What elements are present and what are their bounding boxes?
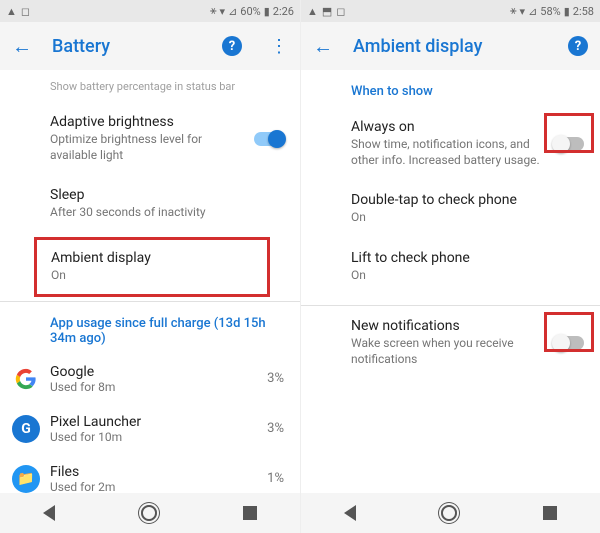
files-icon: 📁 (12, 465, 40, 493)
row-sub: On (351, 268, 584, 284)
nav-bar (301, 493, 600, 533)
status-bar: ▲ ⬒ ◻ ⚹ ▾ ⊿ 58% ▮ 2:58 (301, 0, 600, 22)
status-bar: ▲ ◻ ⚹ ▾ ⊿ 60% ▮ 2:26 (0, 0, 300, 22)
sleep-row[interactable]: Sleep After 30 seconds of inactivity (0, 175, 300, 233)
highlight (544, 312, 594, 352)
highlight (544, 113, 594, 153)
notification-icon: ⬒ (322, 5, 332, 18)
nav-recents[interactable] (243, 506, 257, 520)
row-title: New notifications (351, 318, 540, 334)
nav-bar (0, 493, 300, 533)
row-title: Ambient display (51, 250, 253, 266)
row-sub: On (51, 268, 253, 284)
app-row-pixel-launcher[interactable]: G Pixel Launcher Used for 10m 3% (0, 404, 300, 454)
row-sub: After 30 seconds of inactivity (50, 205, 284, 221)
app-bar: ← Ambient display ? (301, 22, 600, 70)
row-sub: Show time, notification icons, and other… (351, 137, 540, 168)
page-title: Ambient display (353, 36, 548, 57)
app-name: Pixel Launcher (50, 414, 267, 430)
phone-right: ▲ ⬒ ◻ ⚹ ▾ ⊿ 58% ▮ 2:58 ← Ambient display… (300, 0, 600, 533)
notification-icon: ◻ (336, 5, 345, 18)
usage-heading: App usage since full charge (13d 15h 34m… (0, 302, 300, 354)
section-heading: When to show (301, 70, 600, 107)
row-sub: On (351, 210, 584, 226)
page-title: Battery (52, 36, 202, 57)
bluetooth-icon: ⚹ (210, 4, 217, 18)
clock: 2:26 (273, 5, 294, 18)
nav-back[interactable] (344, 505, 356, 521)
nav-home[interactable] (141, 505, 157, 521)
battery-pct: 58% (540, 5, 560, 18)
row-sub: Optimize brightness level for available … (50, 132, 240, 163)
bluetooth-icon: ⚹ (510, 4, 517, 18)
wifi-icon: ▾ (520, 5, 526, 18)
back-icon[interactable]: ← (313, 34, 333, 59)
nav-back[interactable] (43, 505, 55, 521)
more-icon[interactable]: ⋮ (270, 36, 288, 57)
nav-home[interactable] (441, 505, 457, 521)
adaptive-toggle[interactable] (254, 132, 284, 146)
new-notifications-row[interactable]: New notifications Wake screen when you r… (301, 306, 600, 379)
notification-icon: ◻ (21, 5, 30, 18)
back-icon[interactable]: ← (12, 34, 32, 59)
app-row-google[interactable]: Google Used for 8m 3% (0, 354, 300, 404)
app-bar: ← Battery ? ⋮ (0, 22, 300, 70)
nav-recents[interactable] (543, 506, 557, 520)
app-name: Files (50, 464, 267, 480)
app-sub: Used for 10m (50, 430, 267, 444)
app-pct: 3% (267, 371, 284, 386)
signal-icon: ⊿ (528, 5, 537, 18)
truncated-label: Show battery percentage in status bar (50, 80, 284, 94)
battery-pct: 60% (240, 5, 260, 18)
app-name: Google (50, 364, 267, 380)
signal-icon: ⊿ (228, 5, 237, 18)
content: Show battery percentage in status bar Ad… (0, 70, 300, 493)
help-icon[interactable]: ? (568, 36, 588, 56)
ambient-display-row[interactable]: Ambient display On (34, 237, 270, 297)
adaptive-brightness-row[interactable]: Adaptive brightness Optimize brightness … (0, 102, 300, 175)
help-icon[interactable]: ? (222, 36, 242, 56)
lift-row[interactable]: Lift to check phone On (301, 238, 600, 296)
notification-icon: ▲ (307, 5, 318, 18)
row-title: Adaptive brightness (50, 114, 240, 130)
google-icon (12, 365, 40, 393)
row-title: Double-tap to check phone (351, 192, 584, 208)
app-sub: Used for 2m (50, 480, 267, 493)
row-title: Always on (351, 119, 540, 135)
app-pct: 3% (267, 421, 284, 436)
app-row-files[interactable]: 📁 Files Used for 2m 1% (0, 454, 300, 493)
row-title: Lift to check phone (351, 250, 584, 266)
content: When to show Always on Show time, notifi… (301, 70, 600, 493)
notification-icon: ▲ (6, 5, 17, 18)
phone-left: ▲ ◻ ⚹ ▾ ⊿ 60% ▮ 2:26 ← Battery ? ⋮ Show … (0, 0, 300, 533)
app-pct: 1% (267, 471, 284, 486)
battery-icon: ▮ (564, 5, 570, 18)
double-tap-row[interactable]: Double-tap to check phone On (301, 180, 600, 238)
row-title: Sleep (50, 187, 284, 203)
app-sub: Used for 8m (50, 380, 267, 394)
pixel-launcher-icon: G (12, 415, 40, 443)
always-on-row[interactable]: Always on Show time, notification icons,… (301, 107, 600, 180)
clock: 2:58 (573, 5, 594, 18)
row-sub: Wake screen when you receive notificatio… (351, 336, 540, 367)
wifi-icon: ▾ (220, 5, 226, 18)
battery-icon: ▮ (264, 5, 270, 18)
